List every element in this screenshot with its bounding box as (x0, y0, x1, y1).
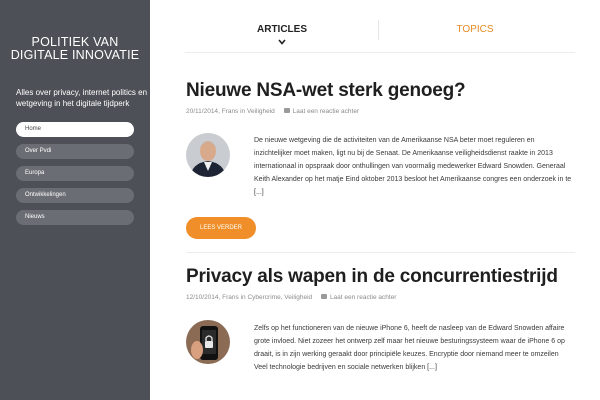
post-excerpt: De nieuwe wetgeving die de activiteiten … (254, 137, 572, 196)
nav-item-home[interactable]: Home (16, 122, 134, 137)
chevron-down-icon (278, 39, 286, 45)
tab-articles[interactable]: ARTICLES (250, 24, 314, 35)
post-meta: 12/10/2014, Frans in Cybercrime, Veiligh… (186, 294, 397, 301)
post-title[interactable]: Privacy als wapen in de concurrentiestri… (186, 266, 558, 288)
nav-item-nieuws[interactable]: Nieuws (16, 210, 134, 225)
post-title[interactable]: Nieuwe NSA-wet sterk genoeg? (186, 80, 466, 102)
post-comments-link[interactable]: Laat een reactie achter (293, 108, 360, 115)
post-category[interactable]: Frans in Cybercrime, Veiligheid (222, 294, 312, 301)
sidebar: POLITIEK VAN DIGITALE INNOVATIE Alles ov… (0, 0, 150, 400)
nav-item-europa[interactable]: Europa (16, 166, 134, 181)
comment-icon (283, 108, 290, 113)
site-title-line2[interactable]: DIGITALE INNOVATIE (0, 49, 150, 62)
post-thumbnail[interactable] (186, 133, 230, 177)
post-divider (186, 252, 575, 253)
post-comments-link[interactable]: Laat een reactie achter (330, 294, 397, 301)
post-thumbnail[interactable] (186, 320, 230, 364)
nav-item-ontwikkelingen[interactable]: Ontwikkelingen (16, 188, 134, 203)
post-date: 20/11/2014 (186, 108, 219, 115)
post-category[interactable]: Frans in Veiligheid (222, 108, 275, 115)
nav-item-over-pvdi[interactable]: Over Pvdi (16, 144, 134, 159)
site-description: Alles over privacy, internet politics en… (16, 88, 148, 108)
site-title[interactable]: POLITIEK VAN DIGITALE INNOVATIE (0, 36, 150, 62)
comment-icon (320, 294, 327, 299)
tabs-divider (185, 52, 575, 53)
tab-topics[interactable]: TOPICS (445, 24, 505, 35)
main-nav: Home Over Pvdi Europa Ontwikkelingen Nie… (16, 122, 134, 232)
read-more-button[interactable]: LEES VERDER (186, 217, 256, 239)
post-meta: 20/11/2014, Frans in Veiligheid Laat een… (186, 108, 360, 115)
post-date: 12/10/2014 (186, 294, 219, 301)
post-excerpt: Zelfs op het functioneren van de nieuwe … (254, 325, 565, 371)
tab-divider (378, 20, 379, 40)
